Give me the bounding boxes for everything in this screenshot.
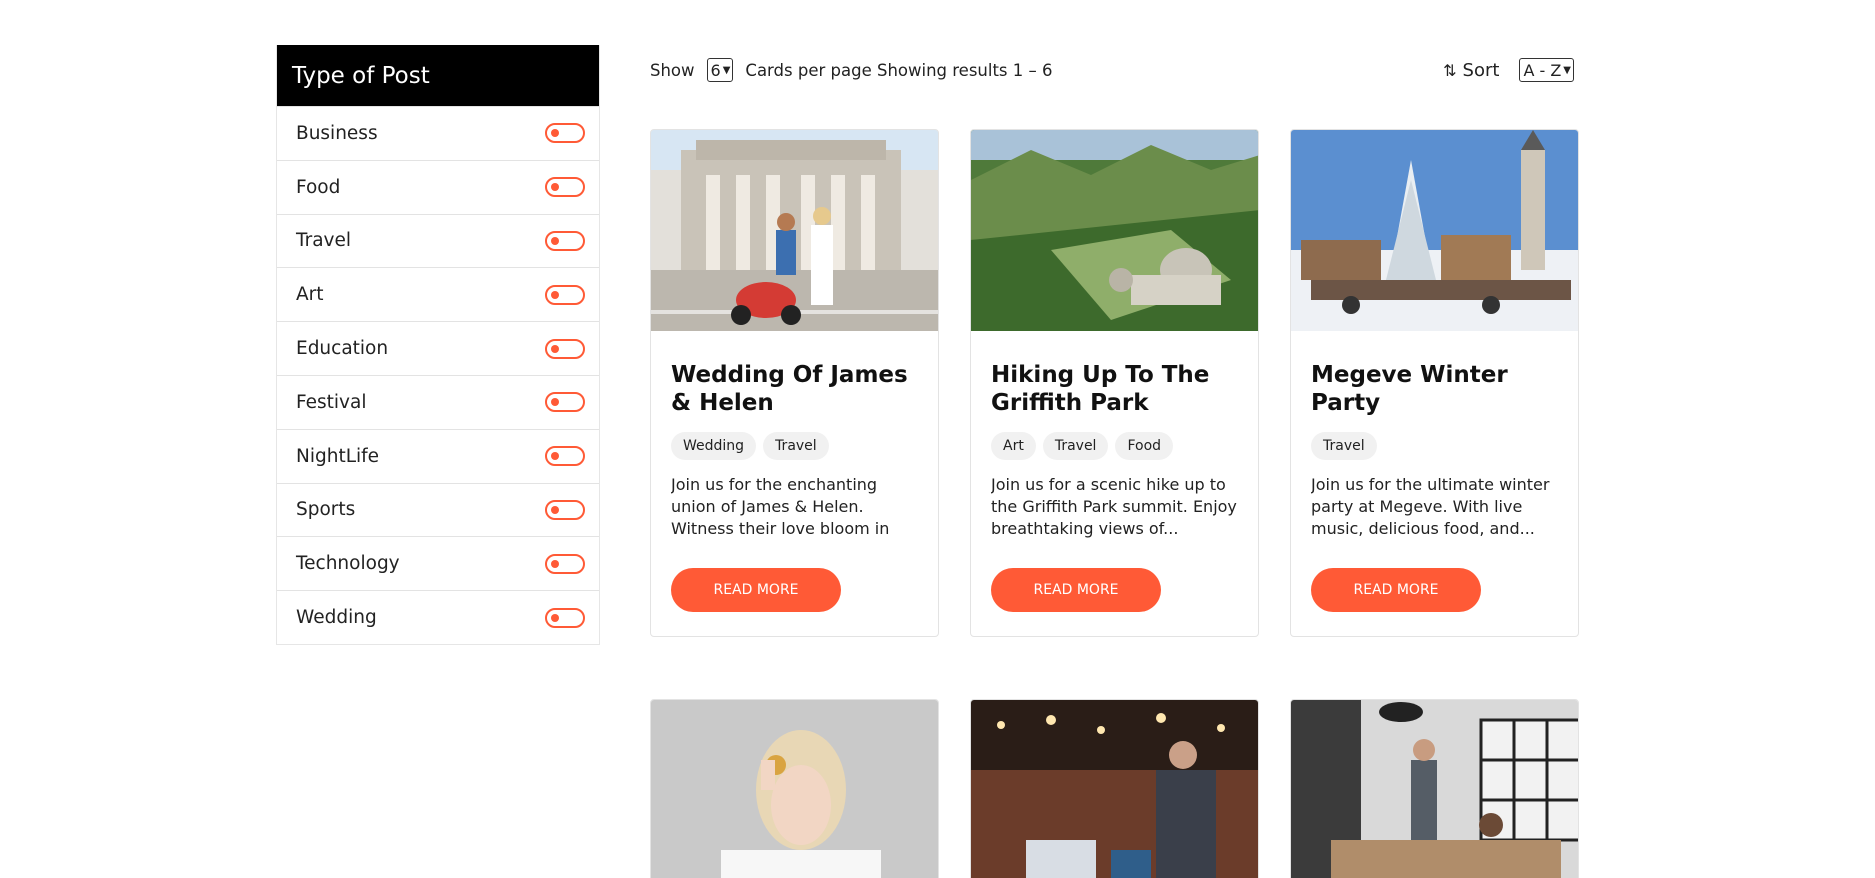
card-body: Hiking Up To The Griffith Park Art Trave…	[971, 331, 1258, 632]
sort-label: Sort	[1462, 59, 1500, 81]
filter-toggle[interactable]	[545, 607, 585, 628]
filter-label: Wedding	[296, 607, 377, 629]
filter-label: Sports	[296, 499, 356, 521]
card-tags: Art Travel Food	[991, 432, 1238, 460]
sort-select[interactable]: A - Z ▼	[1519, 58, 1574, 82]
read-more-button[interactable]: READ MORE	[671, 568, 841, 612]
type-of-post-filter: Type of Post Business Food Travel Art Ed…	[276, 45, 600, 645]
card-image[interactable]	[1291, 130, 1578, 331]
filter-row-education[interactable]: Education	[277, 321, 599, 375]
filter-toggle[interactable]	[545, 230, 585, 251]
filter-row-business[interactable]: Business	[277, 106, 599, 160]
filter-label: Business	[296, 122, 378, 144]
filter-row-festival[interactable]: Festival	[277, 374, 599, 429]
card-image[interactable]	[971, 700, 1258, 878]
card-description: Join us for a scenic hike up to the Grif…	[991, 475, 1237, 538]
show-label: Show	[650, 60, 695, 80]
chevron-down-icon: ▼	[1563, 64, 1571, 76]
sort-controls: ⇅ Sort A - Z ▼	[1443, 58, 1574, 82]
per-page-select[interactable]: 6 ▼	[706, 58, 734, 82]
filter-row-art[interactable]: Art	[277, 267, 599, 321]
sort-arrows-icon: ⇅	[1443, 60, 1457, 80]
read-more-button[interactable]: READ MORE	[1311, 568, 1481, 612]
filter-label: Art	[296, 284, 324, 306]
post-card	[650, 699, 939, 878]
filter-label: Travel	[296, 230, 351, 252]
tag[interactable]: Art	[991, 432, 1036, 460]
filter-toggle[interactable]	[545, 177, 585, 198]
card-title[interactable]: Megeve Winter Party	[1311, 361, 1558, 417]
post-card	[970, 699, 1259, 878]
card-description: Join us for the enchanting union of Jame…	[671, 475, 890, 538]
results-count-text: Cards per page Showing results 1 – 6	[745, 60, 1053, 80]
filter-label: Festival	[296, 391, 367, 413]
filter-toggle[interactable]	[545, 284, 585, 305]
post-card: Hiking Up To The Griffith Park Art Trave…	[970, 129, 1259, 637]
tag[interactable]: Travel	[1042, 432, 1109, 460]
card-title[interactable]: Hiking Up To The Griffith Park	[991, 361, 1238, 417]
card-title[interactable]: Wedding Of James & Helen	[671, 361, 918, 417]
filter-toggle[interactable]	[545, 123, 585, 144]
per-page-value: 6	[710, 60, 721, 80]
filter-toggle[interactable]	[545, 499, 585, 520]
chevron-down-icon: ▼	[722, 64, 731, 76]
filter-row-wedding[interactable]: Wedding	[277, 590, 599, 644]
filter-row-sports[interactable]: Sports	[277, 482, 599, 537]
tag[interactable]: Travel	[763, 432, 829, 460]
card-description: Join us for the ultimate winter party at…	[1311, 475, 1550, 538]
tag[interactable]: Travel	[1311, 432, 1377, 460]
filter-toggle[interactable]	[545, 553, 585, 574]
post-card: Megeve Winter Party Travel Join us for t…	[1290, 129, 1579, 637]
card-body: Megeve Winter Party Travel Join us for t…	[1291, 331, 1578, 632]
tag[interactable]: Wedding	[671, 432, 757, 460]
card-tags: Travel	[1311, 432, 1558, 460]
sort-button[interactable]: ⇅ Sort	[1443, 60, 1499, 81]
filter-label: Food	[296, 176, 341, 198]
card-body: Wedding Of James & Helen Wedding Travel …	[651, 331, 938, 632]
filter-row-travel[interactable]: Travel	[277, 213, 599, 268]
filter-toggle[interactable]	[545, 338, 585, 359]
post-card: Wedding Of James & Helen Wedding Travel …	[650, 129, 939, 637]
post-card	[1290, 699, 1579, 878]
filter-title: Type of Post	[277, 45, 599, 106]
sort-value: A - Z	[1523, 60, 1562, 80]
card-tags: Wedding Travel	[671, 432, 918, 460]
filter-toggle[interactable]	[545, 446, 585, 467]
results-toolbar: Show 6 ▼ Cards per page Showing results …	[650, 58, 1574, 84]
read-more-button[interactable]: READ MORE	[991, 568, 1161, 612]
filter-row-technology[interactable]: Technology	[277, 536, 599, 590]
filter-row-food[interactable]: Food	[277, 159, 599, 214]
filter-label: Technology	[296, 553, 400, 575]
filter-label: NightLife	[296, 445, 380, 467]
card-image[interactable]	[651, 700, 938, 878]
card-image[interactable]	[1291, 700, 1578, 878]
filter-row-nightlife[interactable]: NightLife	[277, 428, 599, 483]
card-image[interactable]	[971, 130, 1258, 331]
card-image[interactable]	[651, 130, 938, 331]
tag[interactable]: Food	[1115, 432, 1174, 460]
filter-toggle[interactable]	[545, 392, 585, 413]
filter-label: Education	[296, 338, 389, 360]
pagination-controls: Show 6 ▼ Cards per page Showing results …	[650, 58, 1053, 82]
